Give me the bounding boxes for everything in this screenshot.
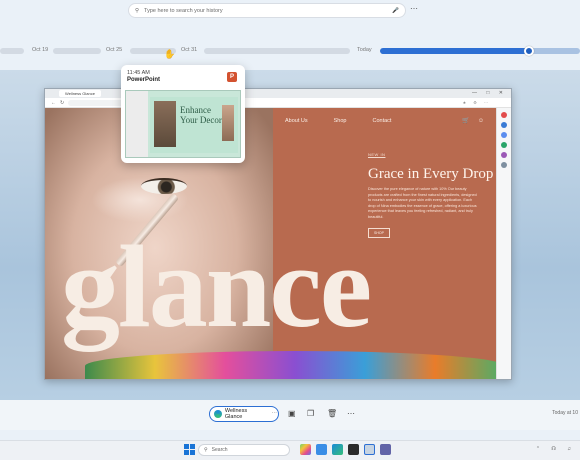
taskbar: [0, 440, 580, 460]
edge-icon: [214, 410, 222, 418]
teams-icon[interactable]: [380, 444, 391, 455]
preview-thumbnail: Enhance Your Decor: [125, 90, 241, 158]
back-icon[interactable]: ←: [51, 100, 56, 106]
microphone-icon[interactable]: 🎤: [392, 8, 399, 14]
taskbar-search[interactable]: ⚲ Search: [198, 444, 290, 456]
history-search-input[interactable]: ⚲ Type here to search your history 🎤: [128, 3, 406, 18]
browser-address-bar[interactable]: ← ↻: [45, 98, 511, 108]
hero-body-text: Discover the pure elegance of nature wit…: [368, 187, 477, 219]
timeline-segment[interactable]: [53, 48, 101, 54]
snapshot-timestamp: Today at 10: [552, 410, 578, 416]
more-icon[interactable]: ⋯: [272, 411, 279, 417]
shop-button[interactable]: SHOP: [368, 228, 390, 238]
hero-headline: Grace in Every Drop: [368, 166, 494, 182]
cart-icon[interactable]: 🛒: [462, 118, 477, 124]
user-icon[interactable]: ☺: [478, 118, 492, 124]
section-kicker[interactable]: NEW IN: [368, 152, 385, 157]
timeline-label-oct25: Oct 25: [106, 47, 123, 53]
slide-title: Enhance Your Decor: [180, 105, 222, 125]
edge-icon[interactable]: [332, 444, 343, 455]
timeline-label-oct19: Oct 19: [32, 47, 49, 53]
nav-contact[interactable]: Contact: [372, 118, 391, 124]
preview-time: 11:45 AM: [127, 70, 150, 76]
browser-tab-strip: Wellness Glance: [45, 89, 511, 98]
sidebar-app-icon[interactable]: [501, 152, 507, 158]
slide-image: [222, 105, 234, 141]
nav-shop[interactable]: Shop: [334, 118, 347, 124]
browser-tab[interactable]: Wellness Glance: [59, 90, 101, 97]
snapshot-preview-card[interactable]: 11:45 AM PowerPoint P Enhance Your Decor: [121, 65, 245, 163]
copilot-icon[interactable]: [300, 444, 311, 455]
browser-toolbar-icons[interactable]: ★ ⚙ ⋯: [463, 100, 491, 105]
refresh-icon[interactable]: ↻: [60, 100, 64, 106]
timeline-segment[interactable]: [204, 48, 350, 54]
open-icon[interactable]: ▣: [288, 409, 296, 418]
browser-window[interactable]: Wellness Glance — □ ✕ ← ↻ ★ ⚙ ⋯ About Us…: [44, 88, 512, 380]
more-options-icon[interactable]: ⋯: [410, 4, 419, 13]
slide-image: [154, 101, 176, 147]
site-icons: 🛒☺: [462, 117, 492, 124]
search-placeholder: Type here to search your history: [144, 7, 223, 14]
slide-panel: [126, 91, 148, 157]
timeline-label-oct31: Oct 31: [181, 47, 198, 53]
file-explorer-icon[interactable]: [316, 444, 327, 455]
brand-wordmark: glance: [61, 221, 372, 352]
system-tray[interactable]: ⌃ ☊ ♫: [536, 446, 576, 452]
timeline-active-range[interactable]: [380, 48, 530, 54]
taskbar-search-label: Search: [211, 447, 228, 453]
flower-decoration: [85, 351, 498, 379]
eye-image: [141, 178, 187, 194]
preview-app-name: PowerPoint: [127, 77, 161, 83]
windows-start-icon[interactable]: [184, 444, 195, 455]
sidebar-app-icon[interactable]: [501, 122, 507, 128]
store-icon[interactable]: [348, 444, 359, 455]
delete-icon[interactable]: 🗑: [327, 409, 337, 418]
sidebar-app-icon[interactable]: [501, 132, 507, 138]
powerpoint-icon: P: [227, 72, 237, 82]
nav-about-us[interactable]: About Us: [285, 118, 308, 124]
search-icon: ⚲: [135, 7, 140, 14]
sidebar-add-icon[interactable]: [501, 162, 507, 168]
site-nav: About Us Shop Contact: [285, 118, 391, 124]
snapshot-app-pill[interactable]: Wellness Glance ⋯: [209, 406, 279, 422]
recall-icon[interactable]: [364, 444, 375, 455]
browser-sidebar: [496, 108, 511, 379]
search-icon: ⚲: [204, 447, 208, 453]
pointer-cursor-icon: ✋: [164, 49, 176, 59]
web-page: About Us Shop Contact 🛒☺ NEW IN Grace in…: [45, 108, 498, 379]
timeline-scrubber-handle[interactable]: [524, 46, 534, 56]
history-timeline[interactable]: Oct 19 Oct 25 Oct 31 Today: [0, 40, 580, 62]
more-options-icon[interactable]: ⋯: [347, 409, 355, 418]
pill-label: Wellness Glance: [224, 408, 248, 420]
window-controls[interactable]: — □ ✕: [472, 90, 507, 96]
timeline-segment[interactable]: [530, 48, 580, 54]
sidebar-app-icon[interactable]: [501, 142, 507, 148]
timeline-segment[interactable]: [0, 48, 24, 54]
timeline-label-today: Today: [357, 47, 372, 53]
copy-icon[interactable]: ❐: [307, 409, 314, 418]
sidebar-app-icon[interactable]: [501, 112, 507, 118]
